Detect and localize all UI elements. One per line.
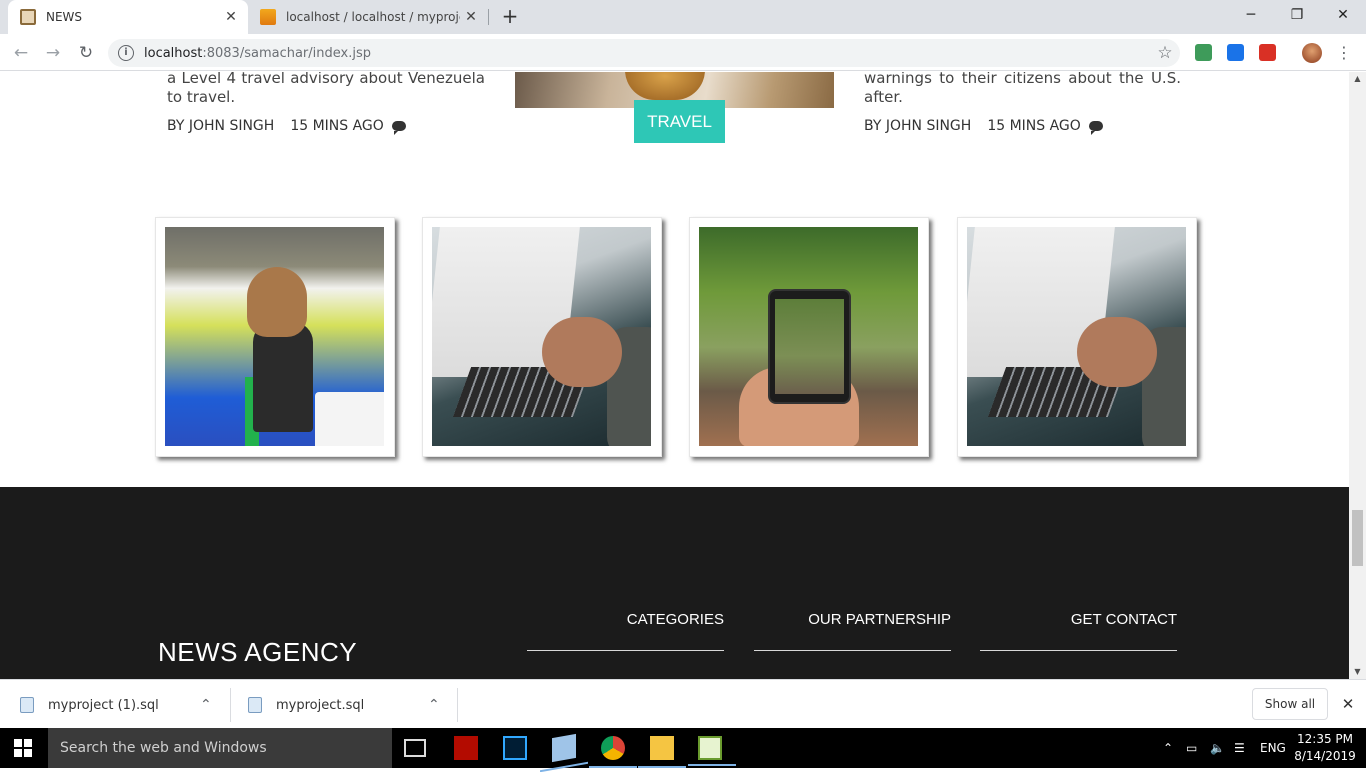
- footer-heading-categories: CATEGORIES: [527, 611, 724, 651]
- post-time: 15 MINS AGO: [987, 118, 1081, 134]
- download-filename[interactable]: myproject.sql: [276, 698, 364, 713]
- scroll-down-icon[interactable]: ▼: [1349, 665, 1366, 679]
- tab-title: NEWS: [46, 10, 83, 24]
- file-explorer-icon[interactable]: [638, 736, 686, 768]
- photoshop-icon[interactable]: [503, 736, 527, 760]
- site-info-icon[interactable]: i: [118, 45, 134, 61]
- download-filename[interactable]: myproject (1).sql: [48, 698, 159, 713]
- bookmark-star-icon[interactable]: ☆: [1150, 43, 1180, 63]
- footer-heading-label: GET CONTACT: [1070, 611, 1177, 628]
- download-item[interactable]: myproject (1).sql ⌃: [20, 688, 220, 722]
- gallery-photo-laptop[interactable]: [432, 227, 651, 446]
- new-tab-icon[interactable]: +: [498, 4, 522, 28]
- gallery-card[interactable]: [422, 217, 662, 457]
- chevron-up-icon[interactable]: ⌃: [200, 697, 212, 713]
- photo-detail: [247, 267, 307, 337]
- extension-sheets-icon[interactable]: [1195, 44, 1212, 61]
- footer-heading-label: CATEGORIES: [626, 611, 724, 628]
- chevron-up-icon[interactable]: ⌃: [428, 697, 440, 713]
- sql-file-icon: [20, 697, 34, 713]
- show-all-downloads-button[interactable]: Show all: [1252, 688, 1328, 720]
- windows-start-icon[interactable]: [14, 739, 32, 757]
- browser-tab-bar: NEWS ✕ localhost / localhost / myproject…: [0, 0, 1366, 34]
- download-separator: [230, 688, 231, 722]
- back-icon[interactable]: ←: [8, 40, 34, 66]
- tab-title: localhost / localhost / myproject: [286, 10, 460, 24]
- clock-time: 12:35 PM: [1297, 732, 1353, 746]
- close-tab-icon[interactable]: ✕: [220, 9, 242, 25]
- gallery-card[interactable]: [155, 217, 395, 457]
- url-path: :8083/samachar/index.jsp: [202, 45, 371, 61]
- tab-phpmyadmin[interactable]: localhost / localhost / myproject ✕: [250, 0, 488, 34]
- address-bar[interactable]: i localhost:8083/samachar/index.jsp ☆: [108, 39, 1180, 67]
- window-close-icon[interactable]: ✕: [1320, 0, 1366, 30]
- sql-file-icon: [248, 697, 262, 713]
- photo-detail: [768, 289, 851, 404]
- gallery-photo-child[interactable]: [165, 227, 384, 446]
- left-article-excerpt: a Level 4 travel advisory about Venezuel…: [167, 72, 485, 106]
- minimize-icon[interactable]: ─: [1228, 0, 1274, 30]
- page-scrollbar[interactable]: ▲ ▼: [1349, 72, 1366, 679]
- photo-detail: [542, 317, 622, 387]
- footer-heading-contact: GET CONTACT: [980, 611, 1177, 651]
- chrome-icon[interactable]: [589, 736, 637, 768]
- right-article-byline: BY JOHN SINGH 15 MINS AGO: [864, 118, 1103, 135]
- comment-icon[interactable]: [1088, 121, 1103, 135]
- tab-separator: [488, 9, 489, 25]
- volume-muted-icon[interactable]: 🔈: [1210, 728, 1225, 768]
- windows-taskbar: Search the web and Windows ⌃ ▭ 🔈 ☰ ENG 1…: [0, 728, 1366, 768]
- right-article-excerpt: warnings to their citizens about the U.S…: [864, 72, 1181, 106]
- reload-icon[interactable]: ↻: [73, 40, 99, 66]
- battery-icon[interactable]: ▭: [1186, 728, 1197, 768]
- extension-pdf-icon[interactable]: [1259, 44, 1276, 61]
- footer-heading-partnership: OUR PARTNERSHIP: [754, 611, 951, 651]
- tab-news[interactable]: NEWS ✕: [8, 0, 248, 34]
- close-shelf-icon[interactable]: ✕: [1338, 694, 1358, 714]
- language-indicator[interactable]: ENG: [1260, 728, 1286, 768]
- notepad-plus-icon[interactable]: [688, 736, 736, 766]
- post-time: 15 MINS AGO: [290, 118, 384, 134]
- photo-detail: [315, 392, 384, 446]
- tray-chevron-up-icon[interactable]: ⌃: [1163, 728, 1173, 768]
- gallery-card[interactable]: [957, 217, 1197, 457]
- task-view-icon[interactable]: [404, 739, 426, 757]
- photo-detail: [1077, 317, 1157, 387]
- url-text[interactable]: localhost:8083/samachar/index.jsp: [144, 46, 1150, 61]
- url-host: localhost: [144, 45, 203, 61]
- site-footer: NEWS AGENCY CATEGORIES OUR PARTNERSHIP G…: [0, 487, 1349, 679]
- author-link[interactable]: BY JOHN SINGH: [167, 118, 274, 134]
- gallery-photo-laptop[interactable]: [967, 227, 1186, 446]
- browser-toolbar: ← → ↻ i localhost:8083/samachar/index.js…: [0, 34, 1366, 71]
- close-tab-icon[interactable]: ✕: [460, 9, 482, 25]
- phpmyadmin-favicon-icon: [260, 9, 276, 25]
- extension-search-icon[interactable]: [1227, 44, 1244, 61]
- footer-brand: NEWS AGENCY: [158, 637, 358, 667]
- profile-avatar[interactable]: [1302, 43, 1322, 63]
- news-favicon-icon: [20, 9, 36, 25]
- notifications-icon[interactable]: ☰: [1234, 728, 1245, 768]
- gallery-card[interactable]: [689, 217, 929, 457]
- acrobat-icon[interactable]: [454, 736, 478, 760]
- page-viewport: a Level 4 travel advisory about Venezuel…: [0, 72, 1349, 679]
- download-item[interactable]: myproject.sql ⌃: [248, 688, 448, 722]
- clock-date: 8/14/2019: [1294, 749, 1356, 763]
- virtualbox-icon[interactable]: [552, 733, 576, 763]
- menu-kebab-icon[interactable]: ⋮: [1336, 42, 1352, 64]
- author-link[interactable]: BY JOHN SINGH: [864, 118, 971, 134]
- comment-icon[interactable]: [391, 121, 406, 135]
- taskbar-search-box[interactable]: Search the web and Windows: [48, 728, 392, 768]
- photo-detail: [775, 299, 844, 394]
- forward-icon[interactable]: →: [40, 40, 66, 66]
- photo-detail: [253, 322, 313, 432]
- scrollbar-thumb[interactable]: [1352, 510, 1363, 566]
- restore-icon[interactable]: ❐: [1274, 0, 1320, 30]
- download-separator: [457, 688, 458, 722]
- gallery-photo-phone-forest[interactable]: [699, 227, 918, 446]
- left-article-byline: BY JOHN SINGH 15 MINS AGO: [167, 118, 406, 135]
- footer-heading-label: OUR PARTNERSHIP: [808, 611, 951, 628]
- downloads-shelf: myproject (1).sql ⌃ myproject.sql ⌃ Show…: [0, 679, 1366, 728]
- taskbar-clock[interactable]: 12:35 PM 8/14/2019: [1290, 731, 1360, 765]
- scroll-up-icon[interactable]: ▲: [1349, 72, 1366, 86]
- category-badge-travel[interactable]: TRAVEL: [634, 100, 725, 143]
